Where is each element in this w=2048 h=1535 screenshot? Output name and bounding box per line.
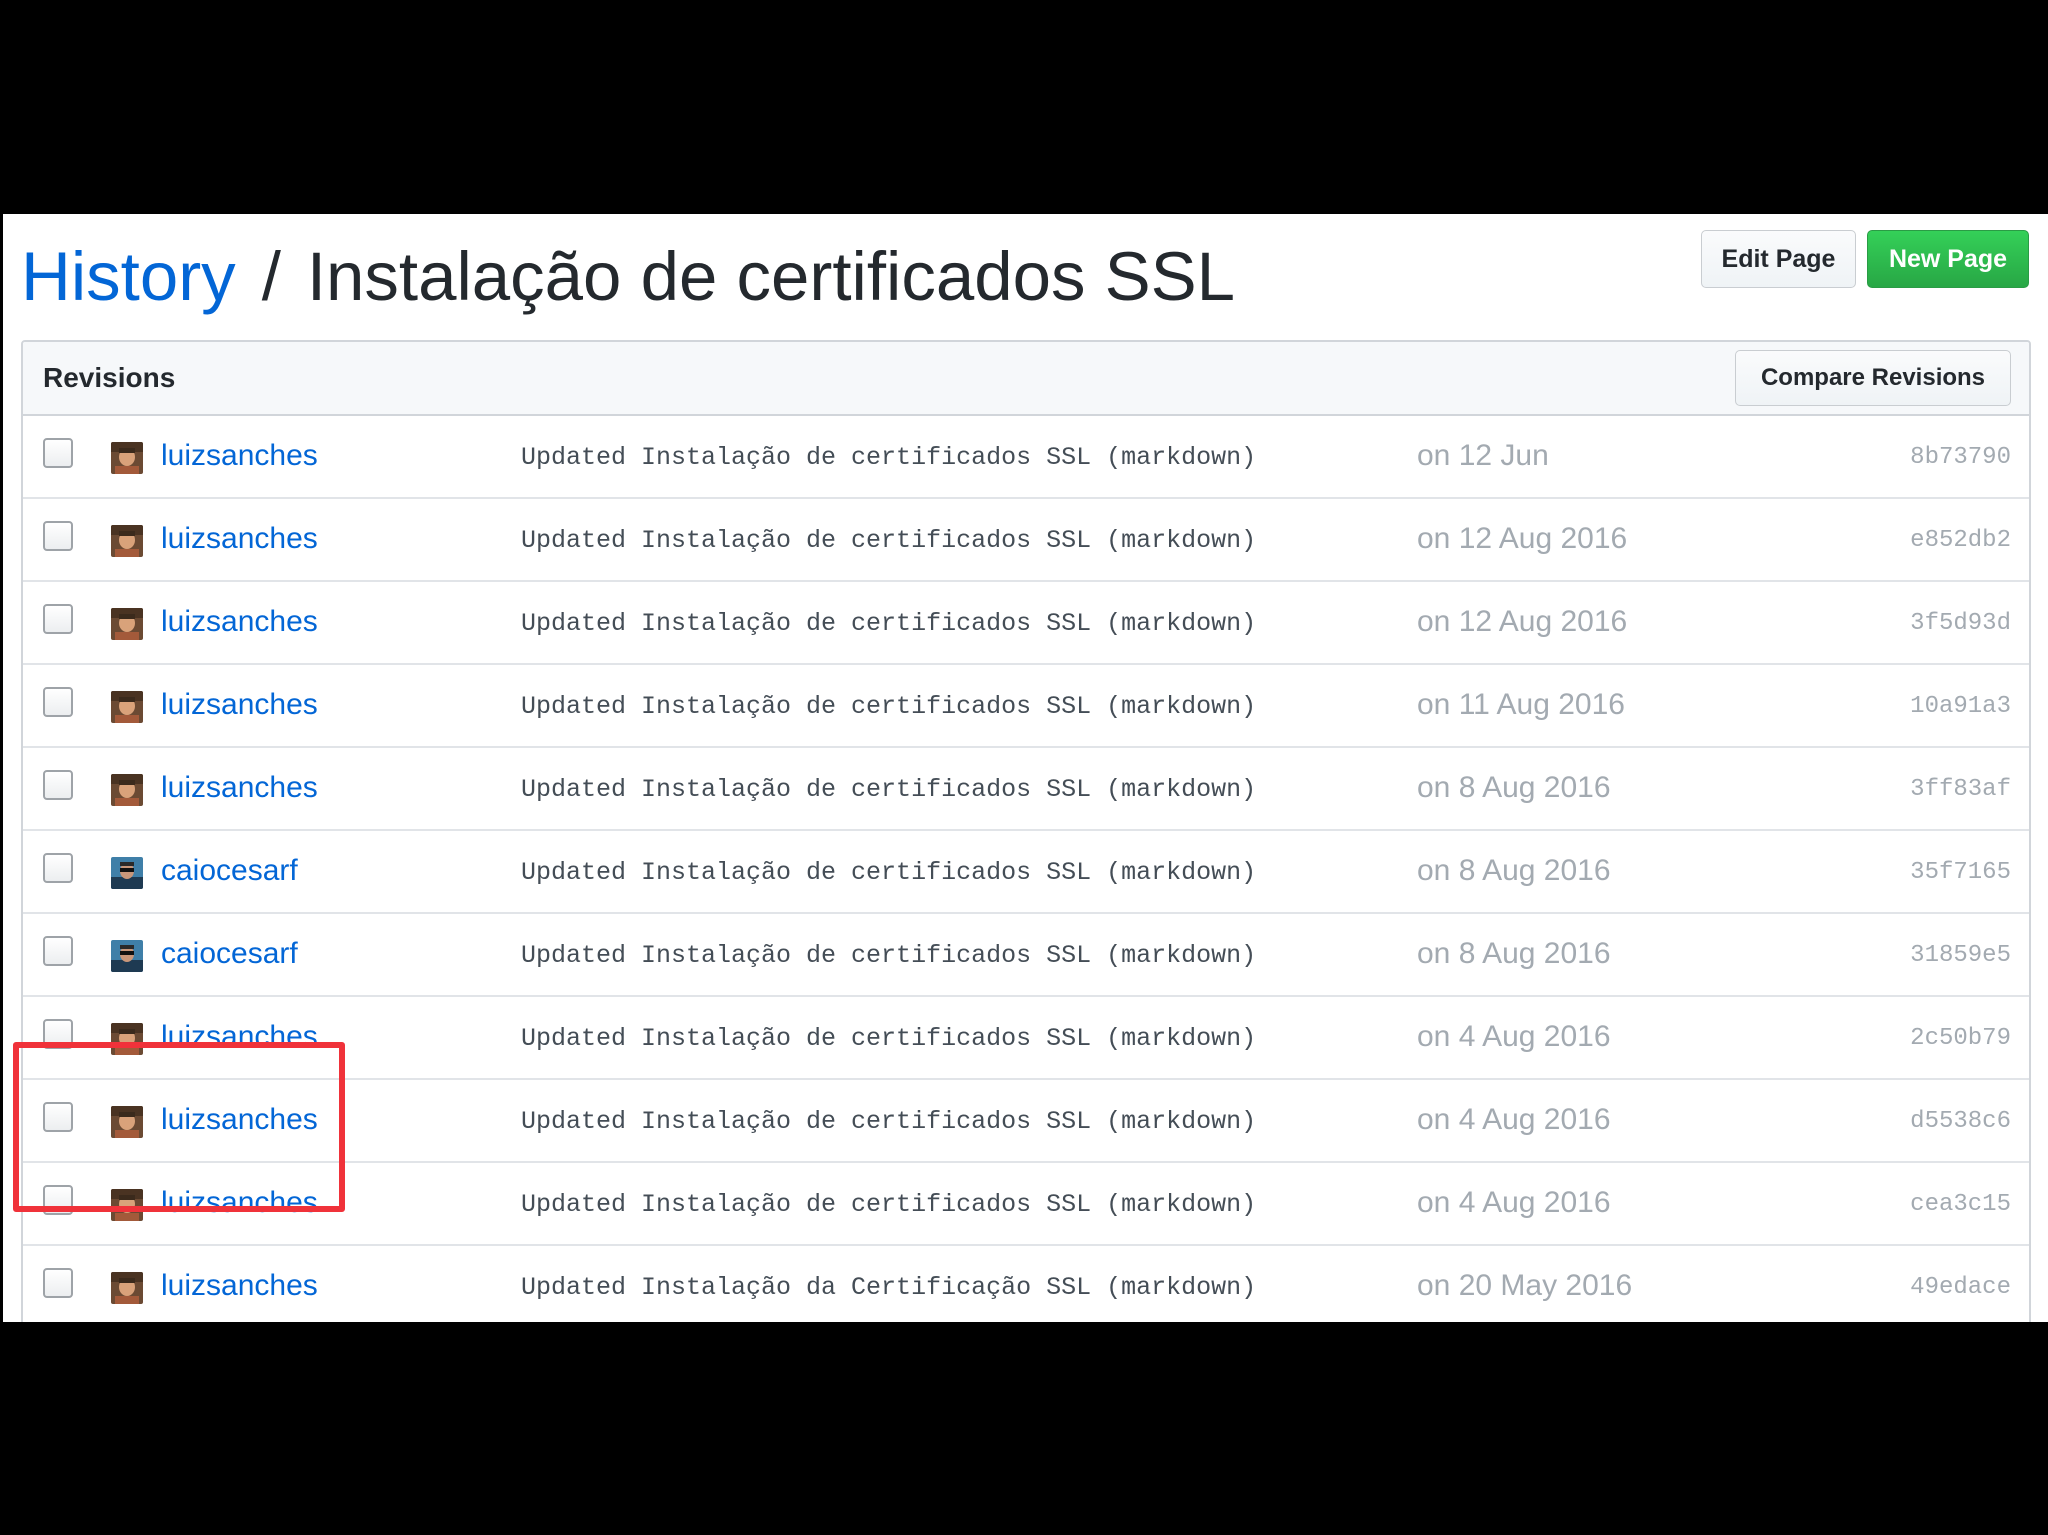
revision-checkbox[interactable] [43, 521, 73, 551]
revision-row: luizsanches Updated Instalação da Certifi… [23, 1246, 2029, 1322]
revision-date: on 4 Aug 2016 [1417, 1019, 1611, 1053]
author-link[interactable]: luizsanches [161, 1246, 318, 1322]
author-link[interactable]: luizsanches [161, 499, 318, 578]
avatar-luizsanches[interactable] [111, 442, 143, 474]
revision-checkbox[interactable] [43, 438, 73, 468]
revision-date: on 4 Aug 2016 [1417, 1185, 1611, 1219]
commit-message: Updated Instalação de certificados SSL (… [521, 692, 1257, 721]
revision-row: luizsanches Updated Instalação de certifi… [23, 1163, 2029, 1246]
revision-checkbox[interactable] [43, 1019, 73, 1049]
author-link[interactable]: luizsanches [161, 1163, 318, 1242]
commit-sha-link[interactable]: cea3c15 [1910, 1165, 2011, 1244]
commit-sha-link[interactable]: 10a91a3 [1910, 667, 2011, 746]
commit-message: Updated Instalação de certificados SSL (… [521, 1190, 1257, 1219]
commit-message: Updated Instalação de certificados SSL (… [521, 609, 1257, 638]
author-link[interactable]: luizsanches [161, 1080, 318, 1159]
revision-checkbox[interactable] [43, 936, 73, 966]
commit-sha-link[interactable]: 35f7165 [1910, 833, 2011, 912]
revisions-panel: Revisions Compare Revisions luizsanches U… [21, 340, 2031, 1322]
revision-checkbox[interactable] [43, 1102, 73, 1132]
commit-sha-link[interactable]: 31859e5 [1910, 916, 2011, 995]
revision-row: luizsanches Updated Instalação de certifi… [23, 665, 2029, 748]
avatar-caiocesarf[interactable] [111, 857, 143, 889]
avatar-luizsanches[interactable] [111, 1272, 143, 1304]
revision-checkbox[interactable] [43, 1268, 73, 1298]
revision-date: on 11 Aug 2016 [1417, 687, 1625, 721]
author-link[interactable]: caiocesarf [161, 831, 298, 910]
revision-date: on 12 Aug 2016 [1417, 521, 1628, 555]
author-link[interactable]: luizsanches [161, 416, 318, 495]
revisions-title: Revisions [43, 362, 176, 393]
revision-row: caiocesarf Updated Instalação de certific… [23, 914, 2029, 997]
revision-row: luizsanches Updated Instalação de certifi… [23, 416, 2029, 499]
author-link[interactable]: caiocesarf [161, 914, 298, 993]
history-link[interactable]: History [21, 237, 236, 316]
revisions-list: luizsanches Updated Instalação de certifi… [23, 416, 2029, 1322]
avatar-luizsanches[interactable] [111, 774, 143, 806]
commit-sha-link[interactable]: d5538c6 [1910, 1082, 2011, 1161]
new-page-button[interactable]: New Page [1867, 230, 2029, 288]
commit-sha-link[interactable]: e852db2 [1910, 501, 2011, 580]
revision-date: on 8 Aug 2016 [1417, 770, 1611, 804]
compare-revisions-button[interactable]: Compare Revisions [1735, 350, 2011, 406]
commit-message: Updated Instalação de certificados SSL (… [521, 858, 1257, 887]
commit-sha-link[interactable]: 3ff83af [1910, 750, 2011, 829]
wiki-history-page: History / Instalação de certificados SSL… [3, 214, 2048, 1322]
revision-row: luizsanches Updated Instalação de certifi… [23, 748, 2029, 831]
revision-checkbox[interactable] [43, 1185, 73, 1215]
revision-row: luizsanches Updated Instalação de certifi… [23, 997, 2029, 1080]
commit-message: Updated Instalação de certificados SSL (… [521, 526, 1257, 555]
revision-checkbox[interactable] [43, 770, 73, 800]
commit-message: Updated Instalação de certificados SSL (… [521, 941, 1257, 970]
edit-page-button[interactable]: Edit Page [1701, 230, 1856, 288]
commit-sha-link[interactable]: 8b73790 [1910, 418, 2011, 497]
avatar-luizsanches[interactable] [111, 1023, 143, 1055]
author-link[interactable]: luizsanches [161, 997, 318, 1076]
revision-date: on 8 Aug 2016 [1417, 936, 1611, 970]
revision-date: on 12 Aug 2016 [1417, 604, 1628, 638]
breadcrumb-separator: / [261, 237, 281, 315]
revision-date: on 8 Aug 2016 [1417, 853, 1611, 887]
avatar-caiocesarf[interactable] [111, 940, 143, 972]
revision-row: luizsanches Updated Instalação de certifi… [23, 499, 2029, 582]
commit-sha-link[interactable]: 3f5d93d [1910, 584, 2011, 663]
revision-row: luizsanches Updated Instalação de certifi… [23, 582, 2029, 665]
avatar-luizsanches[interactable] [111, 525, 143, 557]
author-link[interactable]: luizsanches [161, 582, 318, 661]
commit-message: Updated Instalação da Certificação SSL (… [521, 1273, 1257, 1302]
page-header: History / Instalação de certificados SSL [21, 226, 1235, 326]
revision-checkbox[interactable] [43, 604, 73, 634]
page-title: Instalação de certificados SSL [306, 237, 1236, 315]
avatar-luizsanches[interactable] [111, 1189, 143, 1221]
avatar-luizsanches[interactable] [111, 608, 143, 640]
revision-date: on 20 May 2016 [1417, 1268, 1633, 1302]
commit-sha-link[interactable]: 49edace [1910, 1248, 2011, 1322]
avatar-luizsanches[interactable] [111, 1106, 143, 1138]
revision-row: luizsanches Updated Instalação de certifi… [23, 1080, 2029, 1163]
author-link[interactable]: luizsanches [161, 748, 318, 827]
revision-row: caiocesarf Updated Instalação de certific… [23, 831, 2029, 914]
revisions-header: Revisions Compare Revisions [23, 342, 2029, 416]
commit-sha-link[interactable]: 2c50b79 [1910, 999, 2011, 1078]
revision-checkbox[interactable] [43, 687, 73, 717]
commit-message: Updated Instalação de certificados SSL (… [521, 1107, 1257, 1136]
revision-date: on 4 Aug 2016 [1417, 1102, 1611, 1136]
avatar-luizsanches[interactable] [111, 691, 143, 723]
revision-date: on 12 Jun [1417, 438, 1549, 472]
commit-message: Updated Instalação de certificados SSL (… [521, 443, 1257, 472]
commit-message: Updated Instalação de certificados SSL (… [521, 775, 1257, 804]
author-link[interactable]: luizsanches [161, 665, 318, 744]
revision-checkbox[interactable] [43, 853, 73, 883]
commit-message: Updated Instalação de certificados SSL (… [521, 1024, 1257, 1053]
